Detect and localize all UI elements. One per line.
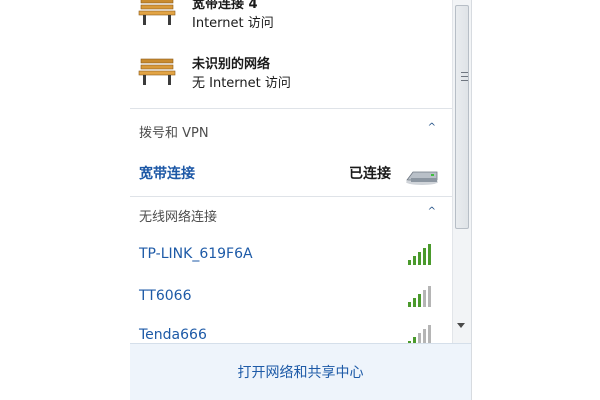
wifi-network-item[interactable]: TT6066 <box>130 283 452 311</box>
signal-strength-icon <box>408 325 431 343</box>
connection-name: 未识别的网络 <box>192 57 271 72</box>
divider <box>130 108 452 109</box>
connection-item[interactable]: 未识别的网络 无 Internet 访问 <box>130 50 452 98</box>
signal-bar <box>423 290 426 307</box>
vertical-scrollbar[interactable] <box>452 0 471 343</box>
signal-bar <box>428 286 431 307</box>
signal-bar <box>418 294 421 307</box>
signal-bar <box>423 248 426 265</box>
scrollbar-thumb[interactable] <box>455 5 469 229</box>
signal-bar <box>413 256 416 265</box>
section-label: 无线网络连接 <box>139 210 218 225</box>
signal-bar <box>418 252 421 265</box>
scroll-down-arrow-icon[interactable] <box>457 323 465 328</box>
connection-name: 宽带连接 4 <box>192 0 258 12</box>
connection-access: 无 Internet 访问 <box>192 76 291 91</box>
divider <box>130 196 452 197</box>
signal-bar <box>423 329 426 343</box>
grip-icon <box>461 72 468 81</box>
collapse-caret-icon[interactable]: ^ <box>428 122 436 133</box>
dialup-connection-item[interactable]: 宽带连接 已连接 <box>130 157 452 187</box>
flyout-footer: 打开网络和共享中心 <box>130 343 471 400</box>
section-label: 拨号和 VPN <box>139 126 209 141</box>
section-wireless[interactable]: 无线网络连接 ^ <box>130 202 452 228</box>
section-dialup-vpn[interactable]: 拨号和 VPN ^ <box>130 118 452 144</box>
signal-bar <box>408 260 411 265</box>
dialup-connection-name: 宽带连接 <box>139 166 195 182</box>
collapse-caret-icon[interactable]: ^ <box>428 206 436 217</box>
connection-status: 已连接 <box>349 166 391 182</box>
bench-network-icon <box>138 58 176 85</box>
signal-bar <box>408 302 411 307</box>
signal-bar <box>428 325 431 343</box>
open-network-sharing-center-link[interactable]: 打开网络和共享中心 <box>130 362 471 382</box>
connection-item[interactable]: 宽带连接 4 Internet 访问 <box>130 0 452 38</box>
wifi-ssid: TT6066 <box>139 288 192 304</box>
bench-network-icon <box>138 0 176 25</box>
wifi-ssid: Tenda666 <box>139 327 207 343</box>
signal-bar <box>418 333 421 343</box>
wifi-ssid: TP-LINK_619F6A <box>139 246 253 262</box>
connection-access: Internet 访问 <box>192 16 274 31</box>
signal-strength-icon <box>408 286 431 307</box>
wifi-network-item[interactable]: TP-LINK_619F6A <box>130 241 452 269</box>
connection-list: 宽带连接 4 Internet 访问 未识别的网络 无 Internet 访问 … <box>130 0 452 343</box>
wifi-network-item[interactable]: Tenda666 <box>130 322 452 343</box>
signal-bar <box>428 244 431 265</box>
network-flyout: 宽带连接 4 Internet 访问 未识别的网络 无 Internet 访问 … <box>130 0 472 400</box>
signal-bar <box>413 298 416 307</box>
signal-strength-icon <box>408 244 431 265</box>
modem-icon <box>406 171 438 185</box>
